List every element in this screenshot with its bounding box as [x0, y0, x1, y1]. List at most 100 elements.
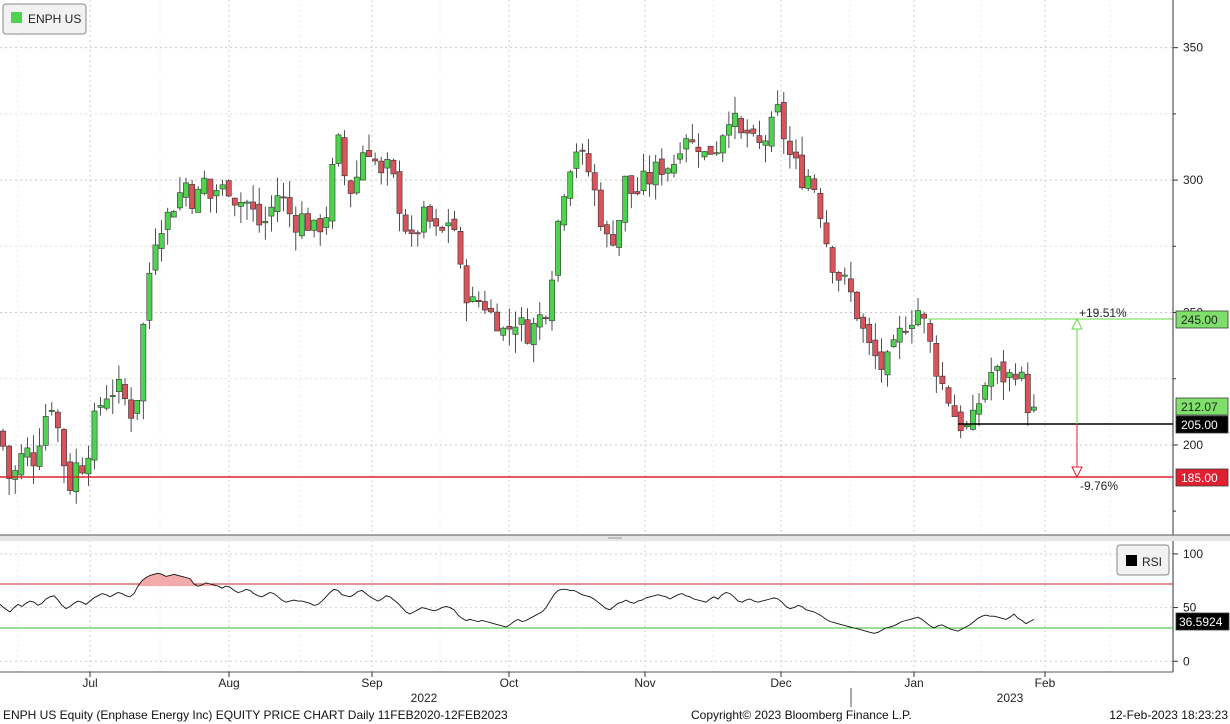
- candle-up: [805, 169, 812, 192]
- candle-down: [793, 139, 799, 170]
- candle-body: [908, 324, 915, 330]
- candle-down: [506, 308, 513, 346]
- candle-body: [677, 153, 683, 160]
- candle-up: [262, 206, 269, 240]
- candle-body: [890, 339, 897, 348]
- candle-body: [1024, 373, 1031, 413]
- candle-down: [744, 119, 751, 148]
- candle-body: [85, 457, 92, 475]
- candle-up: [420, 200, 427, 239]
- rsi-tick-label: 0: [1183, 654, 1190, 668]
- time-axis-months: Jul Aug Sep Oct Nov Dec Jan Feb: [82, 672, 1056, 690]
- candle-body: [146, 272, 153, 321]
- candle-down: [921, 311, 927, 334]
- candle-body: [341, 137, 348, 177]
- legend-rsi-label: RSI: [1142, 555, 1162, 569]
- candle-up: [1006, 369, 1013, 392]
- candle-down: [854, 290, 860, 322]
- candle-up: [152, 228, 159, 276]
- candle-down: [317, 214, 324, 246]
- price-axis: 200250300350: [1173, 41, 1203, 512]
- candle-up: [963, 421, 970, 430]
- candle-body: [292, 214, 299, 233]
- candle-body: [732, 112, 738, 128]
- candle-up: [530, 317, 537, 363]
- price-tick-label: 300: [1183, 173, 1203, 187]
- candle-down: [951, 394, 958, 417]
- candle-up: [116, 365, 122, 404]
- last-price-tag: 212.07: [1175, 397, 1229, 416]
- candle-body: [6, 445, 12, 479]
- candle-body: [817, 192, 824, 219]
- candle-down: [347, 179, 354, 208]
- candle-body: [1006, 372, 1013, 378]
- candle-body: [988, 372, 995, 387]
- candle-body: [518, 317, 525, 325]
- candle-body: [396, 171, 403, 214]
- candle-up: [762, 135, 769, 163]
- candle-body: [445, 222, 452, 227]
- candle-body: [982, 385, 988, 400]
- candle-body: [347, 180, 354, 194]
- candle-body: [67, 461, 73, 491]
- candle-up: [573, 143, 580, 179]
- candle-body: [164, 211, 171, 230]
- candle-down: [689, 124, 696, 144]
- candle-up: [73, 448, 80, 504]
- candle-up: [268, 195, 275, 232]
- candle-body: [359, 152, 366, 181]
- candle-up: [109, 379, 116, 415]
- candle-down: [207, 178, 214, 213]
- candle-body: [390, 159, 397, 175]
- candle-up: [48, 402, 55, 416]
- candle-up: [555, 219, 561, 282]
- candle-down: [579, 143, 586, 165]
- candle-down: [67, 453, 73, 496]
- month-label: Nov: [634, 676, 655, 690]
- candle-up: [213, 184, 220, 214]
- candle-up: [18, 444, 25, 480]
- candle-body: [542, 317, 549, 319]
- candle-down: [1024, 362, 1031, 426]
- candle-body: [963, 424, 970, 428]
- candle-body: [384, 159, 391, 169]
- candle-body: [530, 322, 537, 346]
- candle-body: [878, 351, 885, 370]
- candle-down: [945, 385, 952, 407]
- candle-body: [774, 104, 781, 113]
- candle-body: [866, 324, 873, 344]
- candle-up: [664, 167, 671, 182]
- candle-down: [939, 361, 946, 391]
- candle-body: [750, 128, 757, 134]
- support-level-value: 205.00: [1181, 418, 1218, 432]
- legend-rsi[interactable]: RSI: [1116, 544, 1170, 576]
- candle-body: [884, 351, 891, 376]
- candle-down: [866, 317, 873, 355]
- legend-ticker[interactable]: ENPH US: [2, 3, 87, 35]
- candle-body: [860, 316, 866, 329]
- candle-body: [18, 453, 25, 476]
- candle-down: [829, 245, 836, 284]
- candle-body: [244, 201, 250, 204]
- candle-body: [506, 326, 513, 330]
- candle-body: [640, 170, 647, 192]
- candle-body: [823, 222, 830, 245]
- candle-body: [463, 265, 470, 304]
- candle-body: [195, 188, 202, 213]
- candle-down: [597, 182, 604, 231]
- candle-body: [707, 145, 714, 155]
- candle-down: [414, 230, 421, 247]
- candle-body: [402, 214, 409, 232]
- candle-down: [408, 215, 415, 247]
- candle-down: [628, 175, 635, 209]
- footer-title: ENPH US Equity (Enphase Energy Inc) EQUI…: [3, 708, 508, 722]
- price-gridlines: [0, 47, 1173, 446]
- upper-level-tag: 245.00: [1175, 310, 1229, 329]
- candle-body: [268, 206, 275, 217]
- candle-body: [622, 175, 629, 223]
- candle-down: [378, 156, 385, 185]
- year-label: 2022: [411, 691, 438, 705]
- candle-up: [91, 402, 98, 470]
- candle-down: [738, 115, 744, 139]
- candle-up: [323, 206, 330, 235]
